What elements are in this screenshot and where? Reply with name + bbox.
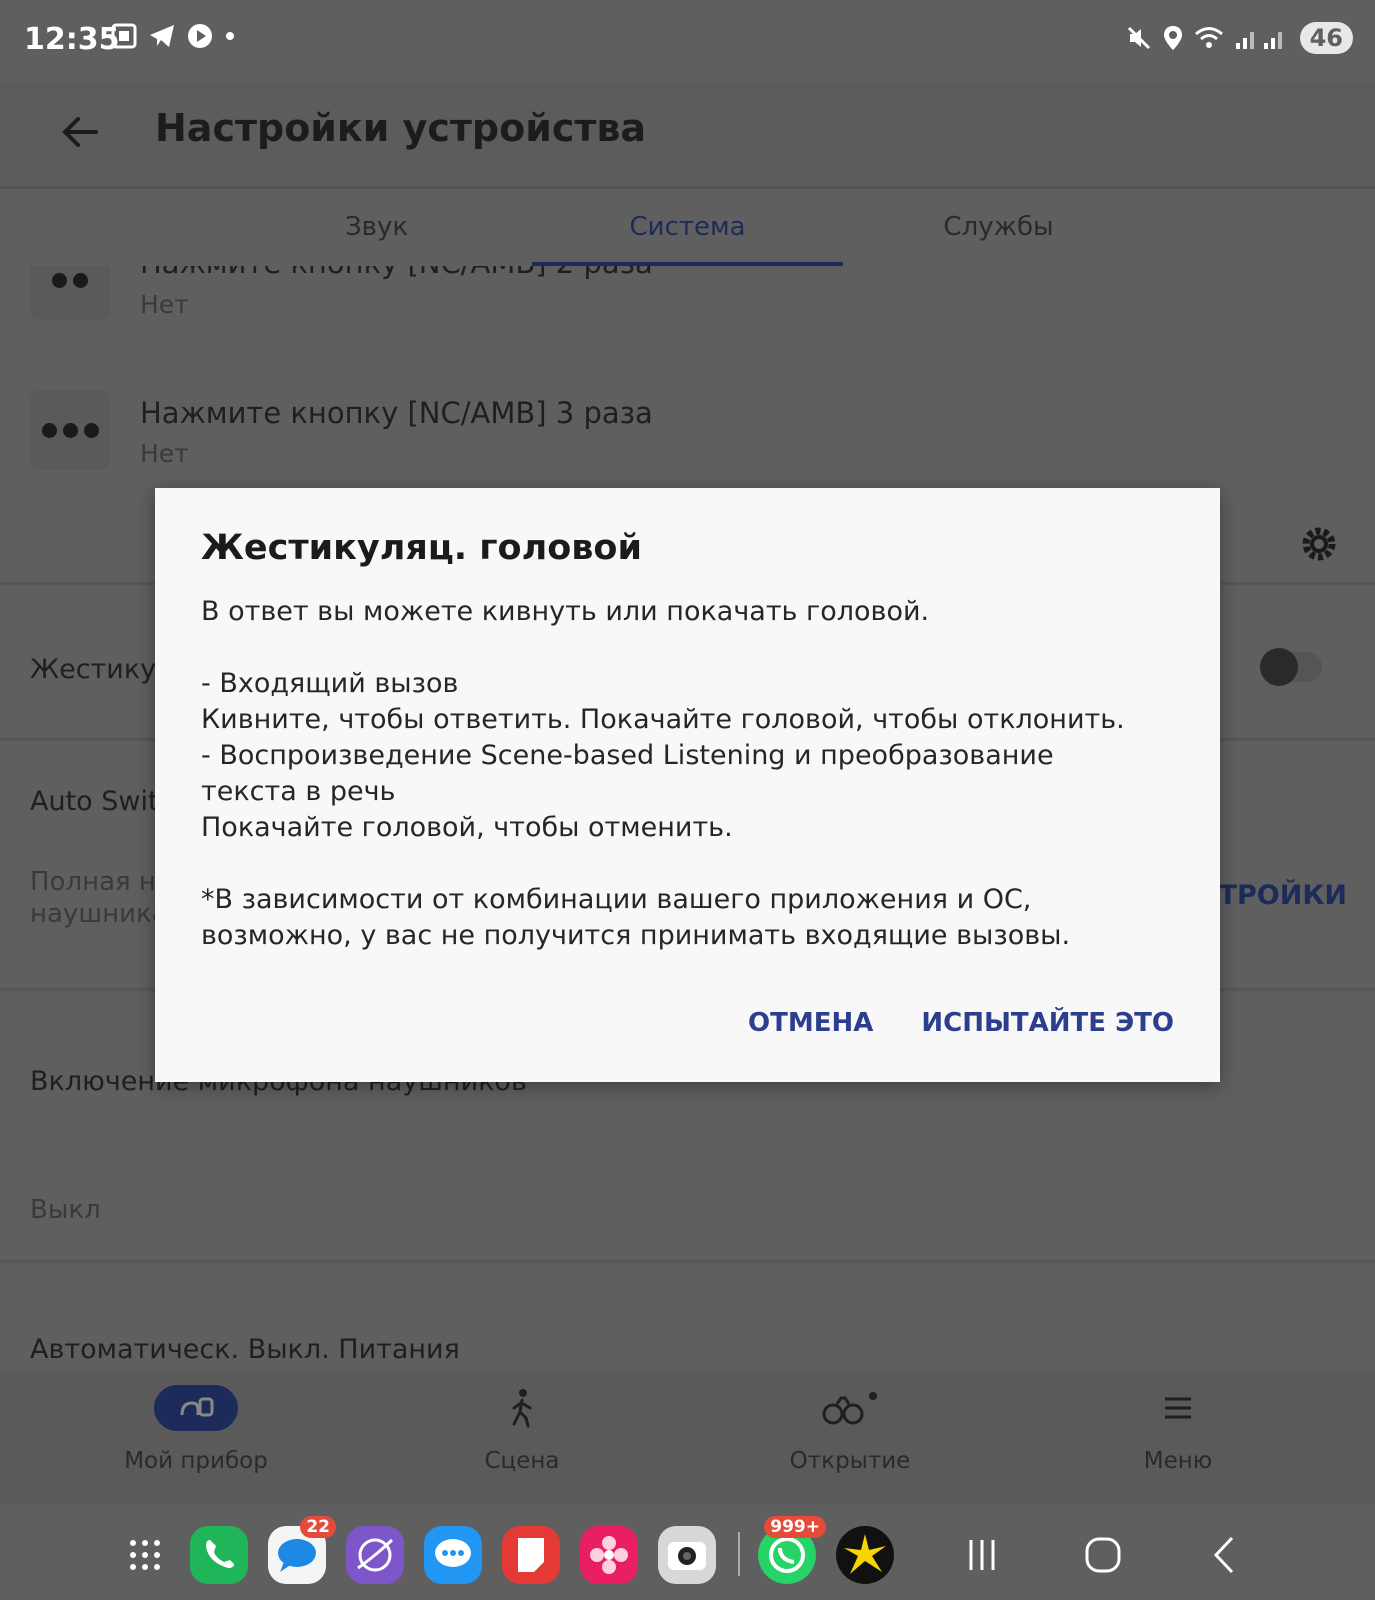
- dialog-line: возможно, у вас не получится принимать в…: [201, 920, 1071, 951]
- taskbar: 22 999+: [0, 1504, 1375, 1600]
- nav-menu[interactable]: Меню: [1078, 1384, 1278, 1474]
- app-bar: Настройки устройства: [0, 82, 1375, 188]
- dialog-line: [201, 846, 1181, 882]
- notes-app-icon[interactable]: [502, 1526, 560, 1584]
- tab-bar: Звук Система Службы: [0, 190, 1375, 266]
- back-arrow-icon[interactable]: [50, 102, 110, 162]
- telegram-icon: [150, 25, 174, 47]
- nav-label: Меню: [1143, 1448, 1213, 1474]
- sparkle-app-icon[interactable]: [836, 1526, 894, 1584]
- head-gesture-dialog: Жестикуляц. головой В ответ вы можете ки…: [155, 488, 1220, 1082]
- dialog-body: В ответ вы можете кивнуть или покачать г…: [201, 594, 1181, 954]
- gesture-toggle[interactable]: [1260, 648, 1322, 686]
- phone-app-icon[interactable]: [190, 1526, 248, 1584]
- location-icon: [1163, 26, 1182, 50]
- nav-label: Мой прибор: [124, 1448, 268, 1474]
- whatsapp-badge: 999+: [764, 1516, 826, 1538]
- walking-icon: [512, 1389, 532, 1428]
- dialog-line: Покачайте головой, чтобы отменить.: [201, 812, 733, 843]
- list-item-value: Нет: [140, 290, 189, 319]
- nav-scene[interactable]: Сцена: [422, 1384, 622, 1474]
- dialog-line: - Входящий вызов: [201, 668, 459, 699]
- mic-setting-value: Выкл: [30, 1195, 101, 1225]
- mute-icon: [1127, 26, 1150, 50]
- home-icon[interactable]: [1078, 1530, 1128, 1580]
- battery-indicator: 46: [1299, 22, 1353, 54]
- menu-icon: [1165, 1397, 1191, 1419]
- camera-app-icon[interactable]: [658, 1526, 716, 1584]
- auto-switch-description: наушника: [30, 899, 168, 929]
- tab-sound[interactable]: Звук: [221, 190, 532, 266]
- binoculars-icon: [822, 1392, 877, 1425]
- nav-my-device[interactable]: Мой прибор: [96, 1384, 296, 1474]
- media-icon: [188, 24, 212, 48]
- status-bar: 12:35 46: [0, 0, 1375, 82]
- messages-badge: 22: [300, 1516, 336, 1538]
- messages-app-icon[interactable]: 22: [268, 1516, 336, 1584]
- dialog-line: Кивните, чтобы ответить. Покачайте голов…: [201, 704, 1125, 735]
- dialog-line: В ответ вы можете кивнуть или покачать г…: [201, 596, 930, 627]
- dialog-line: - Воспроизведение Scene-based Listening …: [201, 740, 1054, 771]
- appbar-divider: [0, 186, 1375, 189]
- screenshot-icon: [111, 23, 137, 49]
- nav-label: Сцена: [484, 1448, 560, 1474]
- list-item-value: Нет: [140, 439, 189, 468]
- list-divider: [0, 1260, 1375, 1263]
- signal-icon: [1235, 32, 1282, 49]
- try-it-button[interactable]: ИСПЫТАЙТЕ ЭТО: [921, 1008, 1174, 1038]
- apps-grid-icon[interactable]: [128, 1538, 162, 1572]
- tab-services[interactable]: Службы: [843, 190, 1154, 266]
- dot-icon: [226, 32, 234, 40]
- nav-discover[interactable]: Открытие: [750, 1384, 950, 1474]
- internet-app-icon[interactable]: [346, 1526, 404, 1584]
- status-time: 12:35: [24, 22, 120, 57]
- bottom-navigation: Мой прибор Сцена Открытие Меню: [0, 1372, 1375, 1504]
- gear-icon[interactable]: [1297, 522, 1341, 566]
- wifi-icon: [1194, 27, 1223, 48]
- dialog-title: Жестикуляц. головой: [201, 528, 642, 568]
- dialog-line: *В зависимости от комбинации вашего прил…: [201, 884, 1032, 915]
- nav-label: Открытие: [789, 1448, 911, 1474]
- whatsapp-app-icon[interactable]: 999+: [758, 1516, 826, 1584]
- earbuds-icon: [154, 1385, 238, 1431]
- dialog-line: [201, 630, 1181, 666]
- triple-press-icon: [30, 390, 110, 470]
- dock-divider: [738, 1532, 740, 1576]
- recent-apps-icon[interactable]: [957, 1530, 1007, 1580]
- tab-system[interactable]: Система: [532, 190, 843, 266]
- page-title: Настройки устройства: [155, 106, 647, 150]
- chat-app-icon[interactable]: [424, 1526, 482, 1584]
- auto-switch-description: Полная на: [30, 867, 172, 897]
- back-nav-icon[interactable]: [1200, 1530, 1250, 1580]
- cancel-button[interactable]: ОТМЕНА: [748, 1008, 873, 1038]
- dialog-line: текста в речь: [201, 776, 396, 807]
- list-item-title[interactable]: Нажмите кнопку [NC/AMB] 3 раза: [140, 396, 653, 430]
- gallery-app-icon[interactable]: [580, 1526, 638, 1584]
- auto-power-off-title[interactable]: Автоматическ. Выкл. Питания: [30, 1334, 460, 1365]
